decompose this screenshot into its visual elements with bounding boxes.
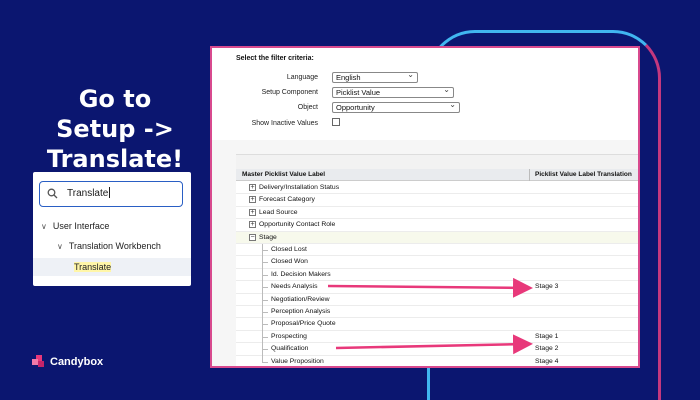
tree-item-label: User Interface bbox=[52, 221, 110, 231]
headline: Go to Setup -> Translate! bbox=[40, 84, 190, 174]
chevron-down-icon: ∨ bbox=[41, 222, 47, 231]
headline-line-1: Go to bbox=[78, 85, 152, 113]
candybox-logo-icon bbox=[32, 355, 44, 367]
tree-item-translate[interactable]: Translate bbox=[33, 258, 191, 276]
headline-line-3: Translate! bbox=[46, 145, 184, 173]
tree-item-translation-workbench[interactable]: ∨ Translation Workbench bbox=[57, 241, 161, 251]
tree-item-user-interface[interactable]: ∨ User Interface bbox=[41, 221, 109, 231]
headline-line-2: Setup -> bbox=[56, 115, 174, 143]
quick-find-input[interactable]: Translate bbox=[39, 181, 183, 207]
quick-find-value: Translate bbox=[67, 188, 109, 199]
tree-item-label: Translation Workbench bbox=[68, 241, 161, 251]
arrow-qualification bbox=[335, 334, 533, 355]
brand-name: Candybox bbox=[50, 356, 104, 368]
chevron-down-icon: ∨ bbox=[57, 242, 63, 251]
brand-logo: Candybox bbox=[32, 355, 103, 369]
tree-item-label: Translate bbox=[74, 262, 112, 272]
translate-page-screenshot: Select the filter criteria: Language Eng… bbox=[210, 46, 640, 368]
arrow-needs-analysis bbox=[327, 277, 533, 298]
annotation-arrows bbox=[327, 277, 533, 355]
setup-quick-find-panel: Translate ∨ User Interface ∨ Translation W… bbox=[33, 172, 191, 286]
search-icon bbox=[47, 188, 58, 199]
